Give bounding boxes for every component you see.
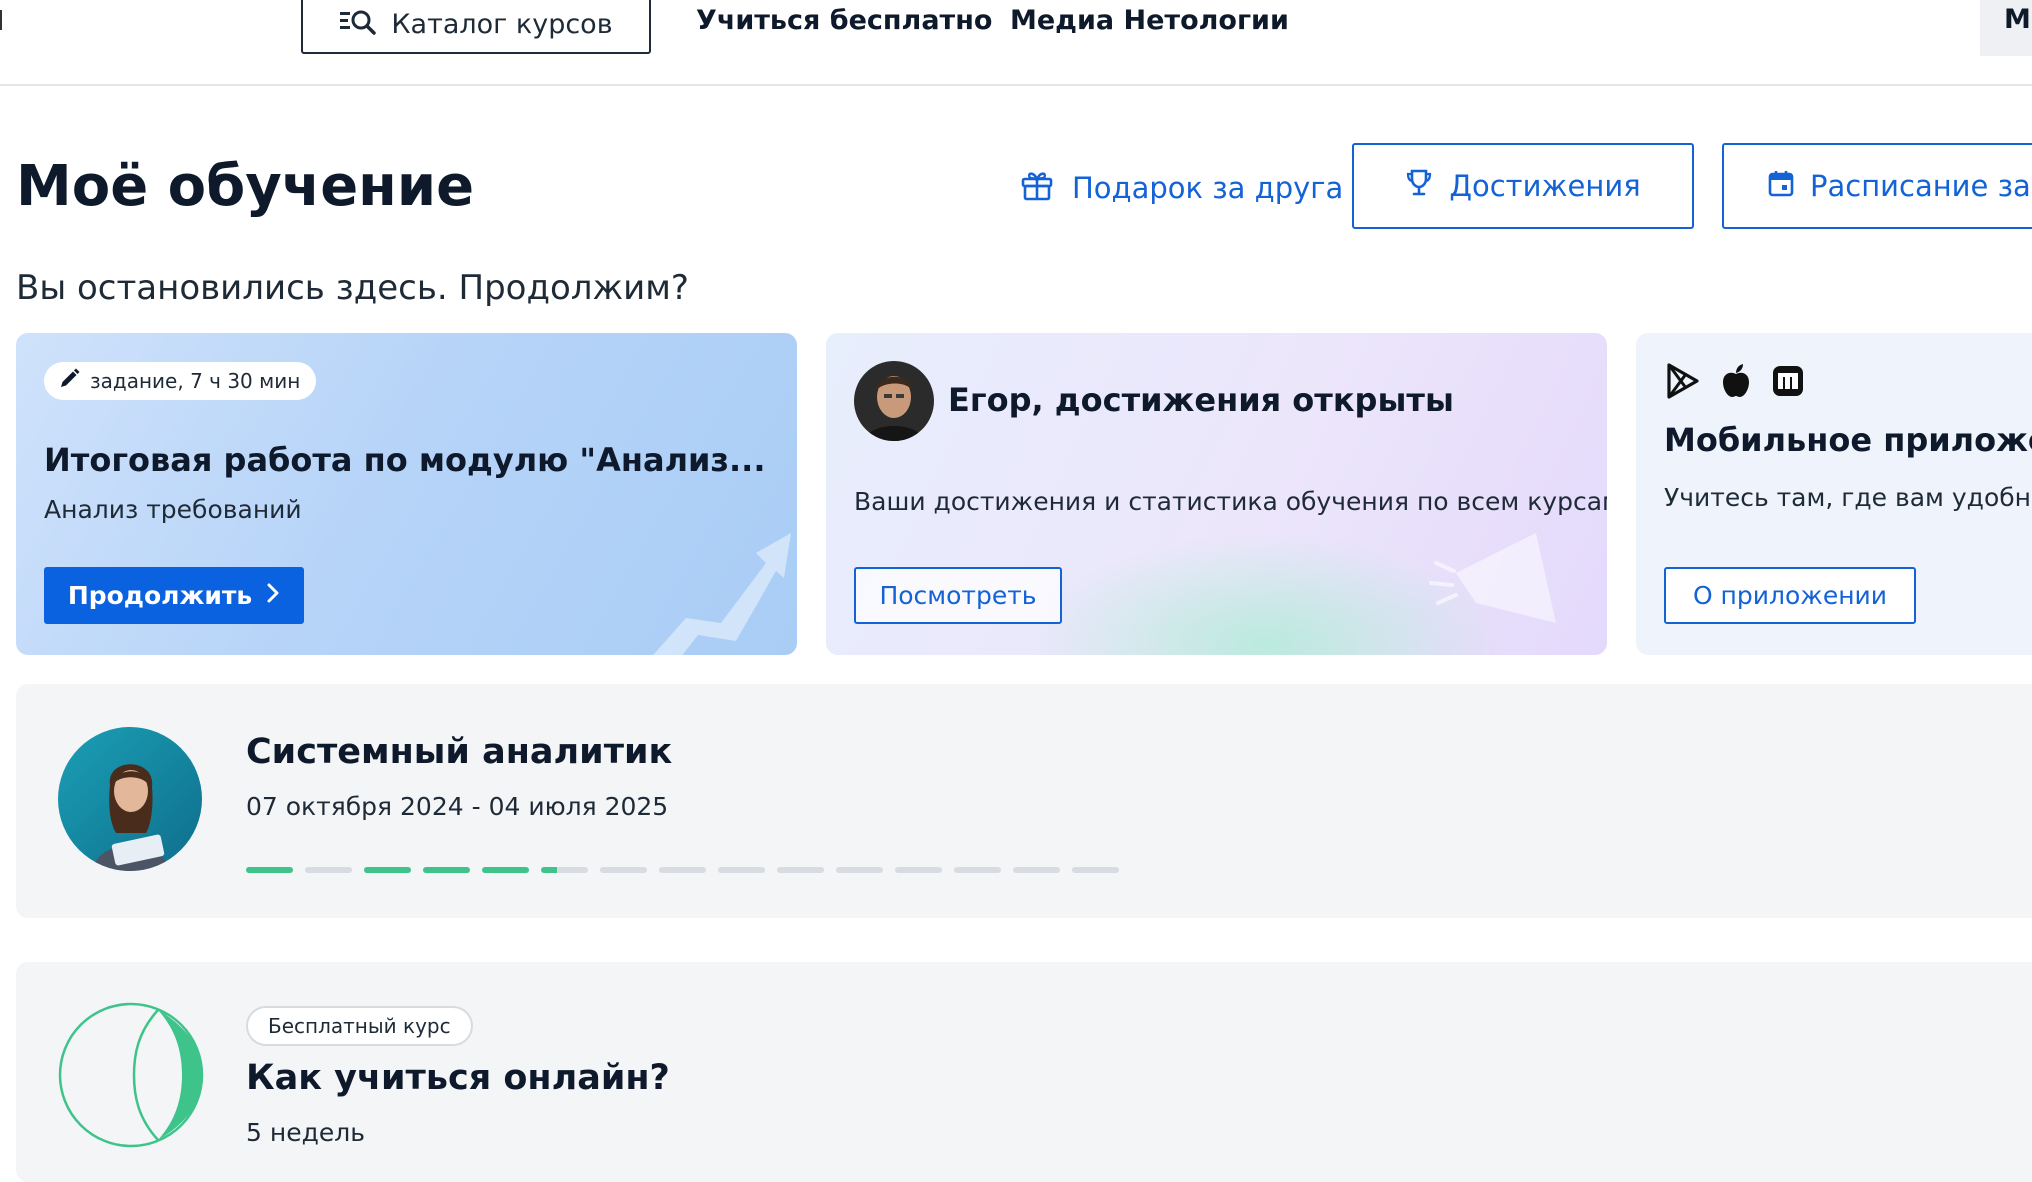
nav-edge-fragment: [0, 10, 2, 30]
page-title: Моё обучение: [16, 154, 475, 219]
catalog-label: Каталог курсов: [391, 8, 613, 40]
catalog-search-icon: [339, 6, 377, 43]
progress-segment: [541, 867, 588, 873]
gift-label: Подарок за друга: [1072, 171, 1344, 205]
progress-segment-fill: [364, 867, 411, 873]
mobile-app-description: Учитесь там, где вам удобно: [1664, 483, 2032, 512]
calendar-icon: [1768, 169, 1794, 204]
nav-link-free-learning[interactable]: Учиться бесплатно: [696, 0, 992, 40]
course-dates: 07 октября 2024 - 04 июля 2025: [246, 792, 669, 821]
trophy-icon: [1405, 168, 1433, 205]
course-card-system-analyst[interactable]: Системный аналитик 07 октября 2024 - 04 …: [16, 684, 2032, 918]
progress-segment-fill: [246, 867, 293, 873]
google-play-icon[interactable]: [1666, 363, 1700, 403]
progress-segment: [1013, 867, 1060, 873]
course-title: Системный аналитик: [246, 732, 673, 772]
progress-segment: [246, 867, 293, 873]
task-title: Итоговая работа по модулю "Анализ...: [44, 441, 766, 479]
progress-segment-fill: [541, 867, 558, 873]
gift-for-friend-link[interactable]: Подарок за друга: [1020, 160, 1343, 216]
progress-segment: [423, 867, 470, 873]
mobile-app-title: Мобильное приложение: [1664, 421, 2032, 459]
continue-button[interactable]: Продолжить: [44, 567, 304, 624]
rustore-icon[interactable]: [1772, 365, 1804, 401]
course-progress-bar: [246, 867, 1119, 873]
achievements-card-title: Егор, достижения открыты: [948, 381, 1454, 419]
top-nav: Каталог курсов Учиться бесплатно Медиа Н…: [0, 0, 2032, 86]
task-type-pill: задание, 7 ч 30 мин: [44, 362, 317, 400]
apple-icon[interactable]: [1720, 363, 1752, 403]
pencil-icon: [58, 368, 80, 395]
nav-profile-fragment[interactable]: Мо: [1980, 0, 2032, 56]
about-app-button[interactable]: О приложении: [1664, 567, 1916, 624]
progress-segment: [836, 867, 883, 873]
gift-icon: [1020, 168, 1054, 209]
course-logo-crescent: [58, 1002, 204, 1148]
chevron-right-icon: [266, 581, 280, 610]
mobile-app-card[interactable]: Мобильное приложение Учитесь там, где ва…: [1636, 333, 2032, 655]
current-task-card[interactable]: задание, 7 ч 30 мин Итоговая работа по м…: [16, 333, 797, 655]
growth-arrow-decoration: [653, 533, 791, 655]
progress-segment: [718, 867, 765, 873]
progress-segment: [1072, 867, 1119, 873]
achievements-label: Достижения: [1449, 169, 1641, 203]
schedule-label: Расписание занятий: [1810, 169, 2032, 203]
catalog-button[interactable]: Каталог курсов: [301, 0, 651, 54]
progress-segment: [895, 867, 942, 873]
progress-segment-fill: [482, 867, 529, 873]
task-module: Анализ требований: [44, 495, 302, 524]
schedule-button[interactable]: Расписание занятий: [1722, 143, 2032, 229]
nav-profile-label: Мо: [2004, 4, 2032, 35]
progress-segment: [600, 867, 647, 873]
progress-segment: [305, 867, 352, 873]
achievements-card[interactable]: Егор, достижения открыты Ваши достижения…: [826, 333, 1607, 655]
continue-label: Продолжить: [67, 581, 253, 610]
progress-segment: [659, 867, 706, 873]
course-cover-image: [58, 727, 202, 871]
achievements-button[interactable]: Достижения: [1352, 143, 1694, 229]
nav-link-media[interactable]: Медиа Нетологии: [1010, 0, 1289, 40]
course-card-how-to-learn-online[interactable]: Бесплатный курс Как учиться онлайн? 5 не…: [16, 962, 2032, 1182]
progress-segment: [364, 867, 411, 873]
progress-segment: [482, 867, 529, 873]
course-title: Как учиться онлайн?: [246, 1058, 670, 1098]
free-course-badge: Бесплатный курс: [246, 1006, 473, 1046]
user-avatar: [854, 361, 934, 441]
progress-segment: [954, 867, 1001, 873]
progress-segment-fill: [423, 867, 470, 873]
view-achievements-button[interactable]: Посмотреть: [854, 567, 1062, 624]
progress-segment: [777, 867, 824, 873]
task-pill-label: задание, 7 ч 30 мин: [90, 369, 301, 393]
continue-prompt: Вы остановились здесь. Продолжим?: [16, 268, 689, 308]
store-icons: [1666, 363, 1804, 403]
megaphone-decoration: [1429, 533, 1556, 623]
